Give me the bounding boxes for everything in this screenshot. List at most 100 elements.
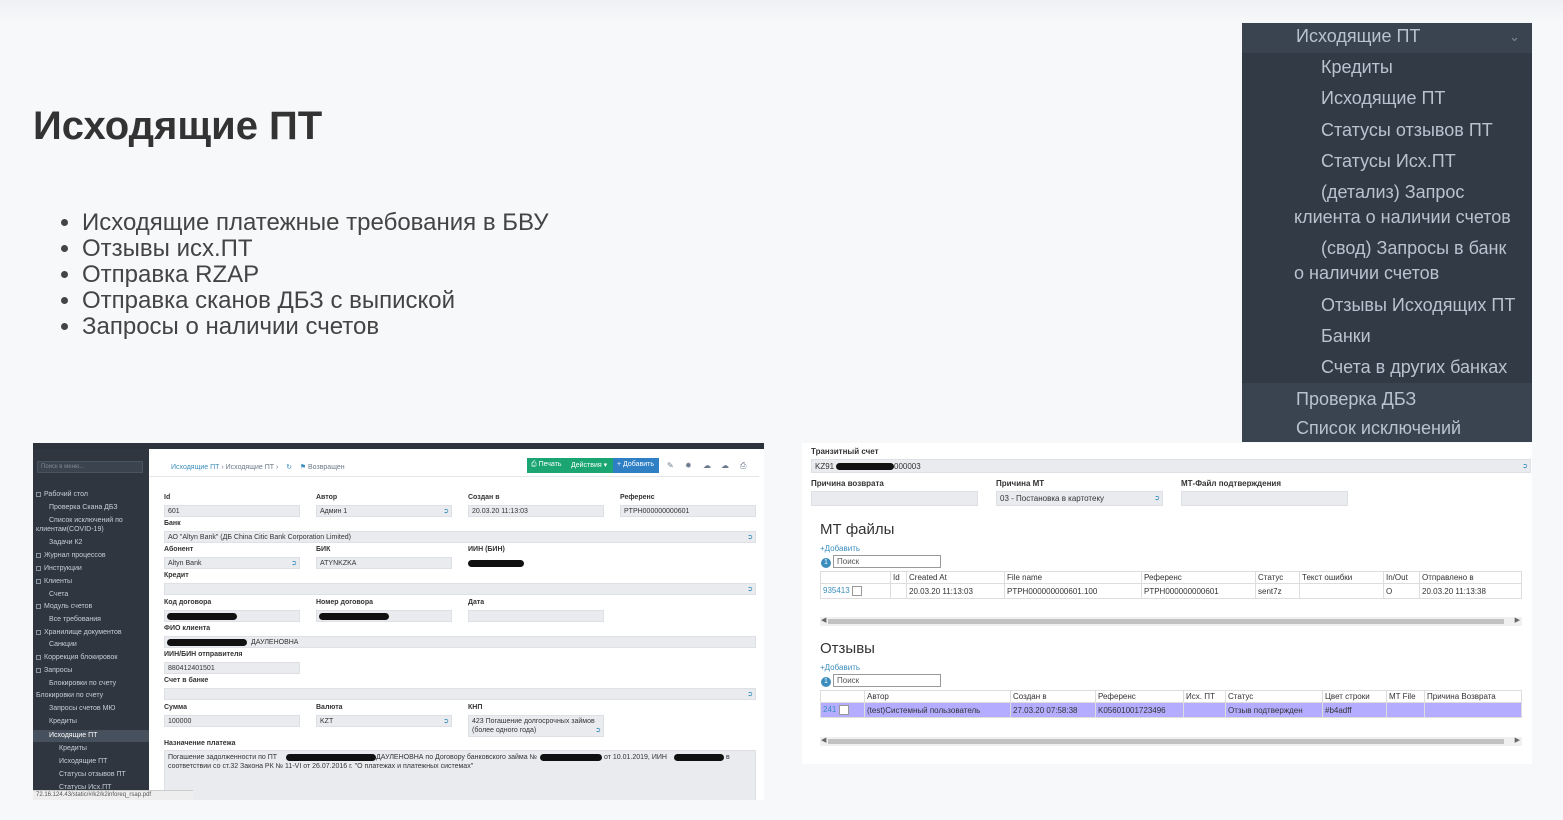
horizontal-scrollbar[interactable]: ◀ ▶: [820, 737, 1522, 746]
sender-iin-field[interactable]: 880412401501: [164, 662, 300, 674]
menu-item-svod-request-l2[interactable]: о наличии счетов: [1294, 263, 1439, 284]
cloud-upload-icon[interactable]: ☁: [721, 461, 729, 470]
author-field[interactable]: Админ 1 ➲: [316, 505, 452, 517]
col-header[interactable]: File name: [1004, 571, 1142, 584]
bank-field[interactable]: АО "Altyn Bank" (ДБ China Citic Bank Cor…: [164, 531, 756, 543]
row-checkbox[interactable]: [838, 705, 849, 715]
sidebar-item[interactable]: Проверка Скана ДБЗ: [49, 504, 118, 512]
col-header[interactable]: Исх. ПТ: [1183, 690, 1226, 703]
sidebar-item-active[interactable]: Исходящие ПТ: [33, 730, 149, 742]
sidebar-item[interactable]: Все требования: [49, 616, 101, 624]
sidebar-item[interactable]: Счета: [49, 591, 68, 599]
sidebar-item[interactable]: Клиенты: [36, 578, 72, 586]
sidebar-item[interactable]: Блокировки по счету: [36, 692, 103, 700]
sidebar-item[interactable]: Задачи К2: [49, 539, 82, 547]
sidebar-item[interactable]: Список исключений по: [49, 517, 123, 525]
col-header[interactable]: Отправлено в: [1419, 571, 1522, 584]
contract-code-field[interactable]: [164, 610, 300, 622]
sidebar-item[interactable]: Кредиты: [49, 718, 77, 726]
abonent-field[interactable]: Altyn Bank ➲: [164, 557, 300, 569]
sidebar-item[interactable]: Кредиты: [59, 745, 87, 753]
sum-field[interactable]: 100000: [164, 715, 300, 727]
sidebar-item[interactable]: Журнал процессов: [36, 552, 106, 560]
menu-item-other-bank-accounts[interactable]: Счета в других банках: [1321, 357, 1507, 378]
refresh-icon[interactable]: ↻: [286, 464, 292, 471]
bank-account-field[interactable]: ➲: [164, 688, 756, 700]
menu-item-outgoing-statuses[interactable]: Статусы Исх.ПТ: [1321, 151, 1456, 172]
currency-field[interactable]: KZT ➲: [316, 715, 452, 727]
col-header[interactable]: Статус: [1255, 571, 1300, 584]
col-header[interactable]: Текст ошибки: [1299, 571, 1384, 584]
add-recall-link[interactable]: +Добавить: [820, 663, 860, 672]
bik-field[interactable]: ATYNKZKA: [316, 557, 452, 569]
sidebar-item[interactable]: Хранилище документов: [36, 629, 122, 637]
menu-search-input[interactable]: Поиск в меню...: [37, 461, 143, 473]
col-header[interactable]: Причина Возврата: [1424, 690, 1522, 703]
menu-item-exclusions[interactable]: Список исключений: [1296, 418, 1461, 439]
row-checkbox[interactable]: [851, 586, 862, 596]
contract-number-field[interactable]: [316, 610, 452, 622]
settings-icon[interactable]: ✹: [685, 461, 692, 470]
horizontal-scrollbar[interactable]: ◀ ▶: [820, 617, 1522, 626]
sidebar-item[interactable]: Модуль счетов: [36, 603, 92, 611]
mt-search-input[interactable]: Поиск: [833, 555, 941, 568]
created-field[interactable]: 20.03.20 11:13:03: [468, 505, 604, 517]
scrollbar-thumb[interactable]: [828, 619, 1504, 624]
sidebar-item[interactable]: Инструкции: [36, 565, 82, 573]
menu-item-banks[interactable]: Банки: [1321, 326, 1371, 347]
fio-field[interactable]: ДАУЛЕНОВНА: [164, 636, 756, 648]
sidebar-item[interactable]: Блокировки по счету: [49, 680, 116, 688]
knp-field[interactable]: 423 Погашение долгосрочных займов (более …: [468, 715, 604, 737]
row-id-cell[interactable]: 241: [820, 702, 865, 718]
row-id-cell[interactable]: 935413: [820, 583, 891, 599]
menu-item-detail-request-l2[interactable]: клиента о наличии счетов: [1294, 207, 1511, 228]
id-field[interactable]: 601: [164, 505, 300, 517]
sidebar-item[interactable]: Санкции: [49, 641, 77, 649]
cloud-icon[interactable]: ☁: [703, 461, 711, 470]
sidebar-item[interactable]: Коррекция блокировок: [36, 654, 117, 662]
sidebar-item[interactable]: Исходящие ПТ: [59, 758, 107, 766]
credit-field[interactable]: ➲: [164, 583, 756, 595]
col-header[interactable]: MT File: [1386, 690, 1425, 703]
menu-item-credits[interactable]: Кредиты: [1321, 57, 1393, 78]
menu-item-dbz-check[interactable]: Проверка ДБЗ: [1296, 389, 1416, 410]
print-button[interactable]: ⎙ Печать: [527, 458, 567, 473]
menu-item-svod-request-l1[interactable]: (свод) Запросы в банк: [1321, 238, 1506, 259]
col-header[interactable]: Референс: [1141, 571, 1256, 584]
breadcrumb-link[interactable]: Исходящие ПТ: [171, 464, 219, 471]
scrollbar-thumb[interactable]: [828, 739, 1504, 744]
col-header[interactable]: Created At: [906, 571, 1005, 584]
table-row[interactable]: 935413 20.03.20 11:13:03 PTPH00000000060…: [820, 583, 1522, 599]
chevron-down-icon[interactable]: ⌄: [1509, 29, 1520, 45]
sidebar-item[interactable]: Запросы: [36, 667, 72, 675]
edit-icon[interactable]: ✎: [667, 461, 674, 470]
return-reason-field[interactable]: [811, 491, 978, 506]
transit-account-field[interactable]: KZ91 000003 ➲: [811, 459, 1531, 473]
recalls-search-input[interactable]: Поиск: [833, 674, 941, 687]
reference-field[interactable]: PTPH000000000601: [620, 505, 756, 517]
menu-item-outgoing-recalls[interactable]: Отзывы Исходящих ПТ: [1321, 295, 1515, 316]
mt-reason-field[interactable]: 03 - Постановка в картотеку ➲: [996, 491, 1163, 506]
col-header[interactable]: Статус: [1225, 690, 1323, 703]
sidebar-item[interactable]: Запросы счетов МЮ: [49, 705, 116, 713]
actions-button[interactable]: Действия ▾: [567, 458, 613, 473]
date-field[interactable]: [468, 610, 604, 622]
col-header[interactable]: Референс: [1095, 690, 1184, 703]
print-icon[interactable]: ⎙: [740, 461, 746, 471]
add-mt-file-link[interactable]: +Добавить: [820, 544, 860, 553]
table-row[interactable]: 241 (test)Системный пользователь 27.03.2…: [820, 702, 1522, 718]
mt-confirm-field[interactable]: [1181, 491, 1348, 506]
menu-item-detail-request-l1[interactable]: (детализ) Запрос: [1321, 182, 1464, 203]
col-header[interactable]: Автор: [864, 690, 1011, 703]
col-header[interactable]: Создан в: [1010, 690, 1096, 703]
sidebar-item[interactable]: Статусы отзывов ПТ: [59, 771, 126, 779]
add-button[interactable]: + Добавить: [613, 458, 659, 473]
col-header[interactable]: Id: [890, 571, 907, 584]
col-header[interactable]: Цвет строки: [1322, 690, 1387, 703]
iin-field[interactable]: [468, 557, 604, 569]
menu-item-recall-statuses[interactable]: Статусы отзывов ПТ: [1321, 120, 1493, 141]
menu-item-outgoing-pt[interactable]: Исходящие ПТ: [1321, 88, 1445, 109]
col-header[interactable]: In/Out: [1383, 571, 1420, 584]
purpose-field[interactable]: Погашение задолженности по ПТ ДАУЛЕНОВНА…: [164, 750, 756, 800]
menu-group-outgoing-pt[interactable]: Исходящие ПТ: [1296, 26, 1420, 47]
